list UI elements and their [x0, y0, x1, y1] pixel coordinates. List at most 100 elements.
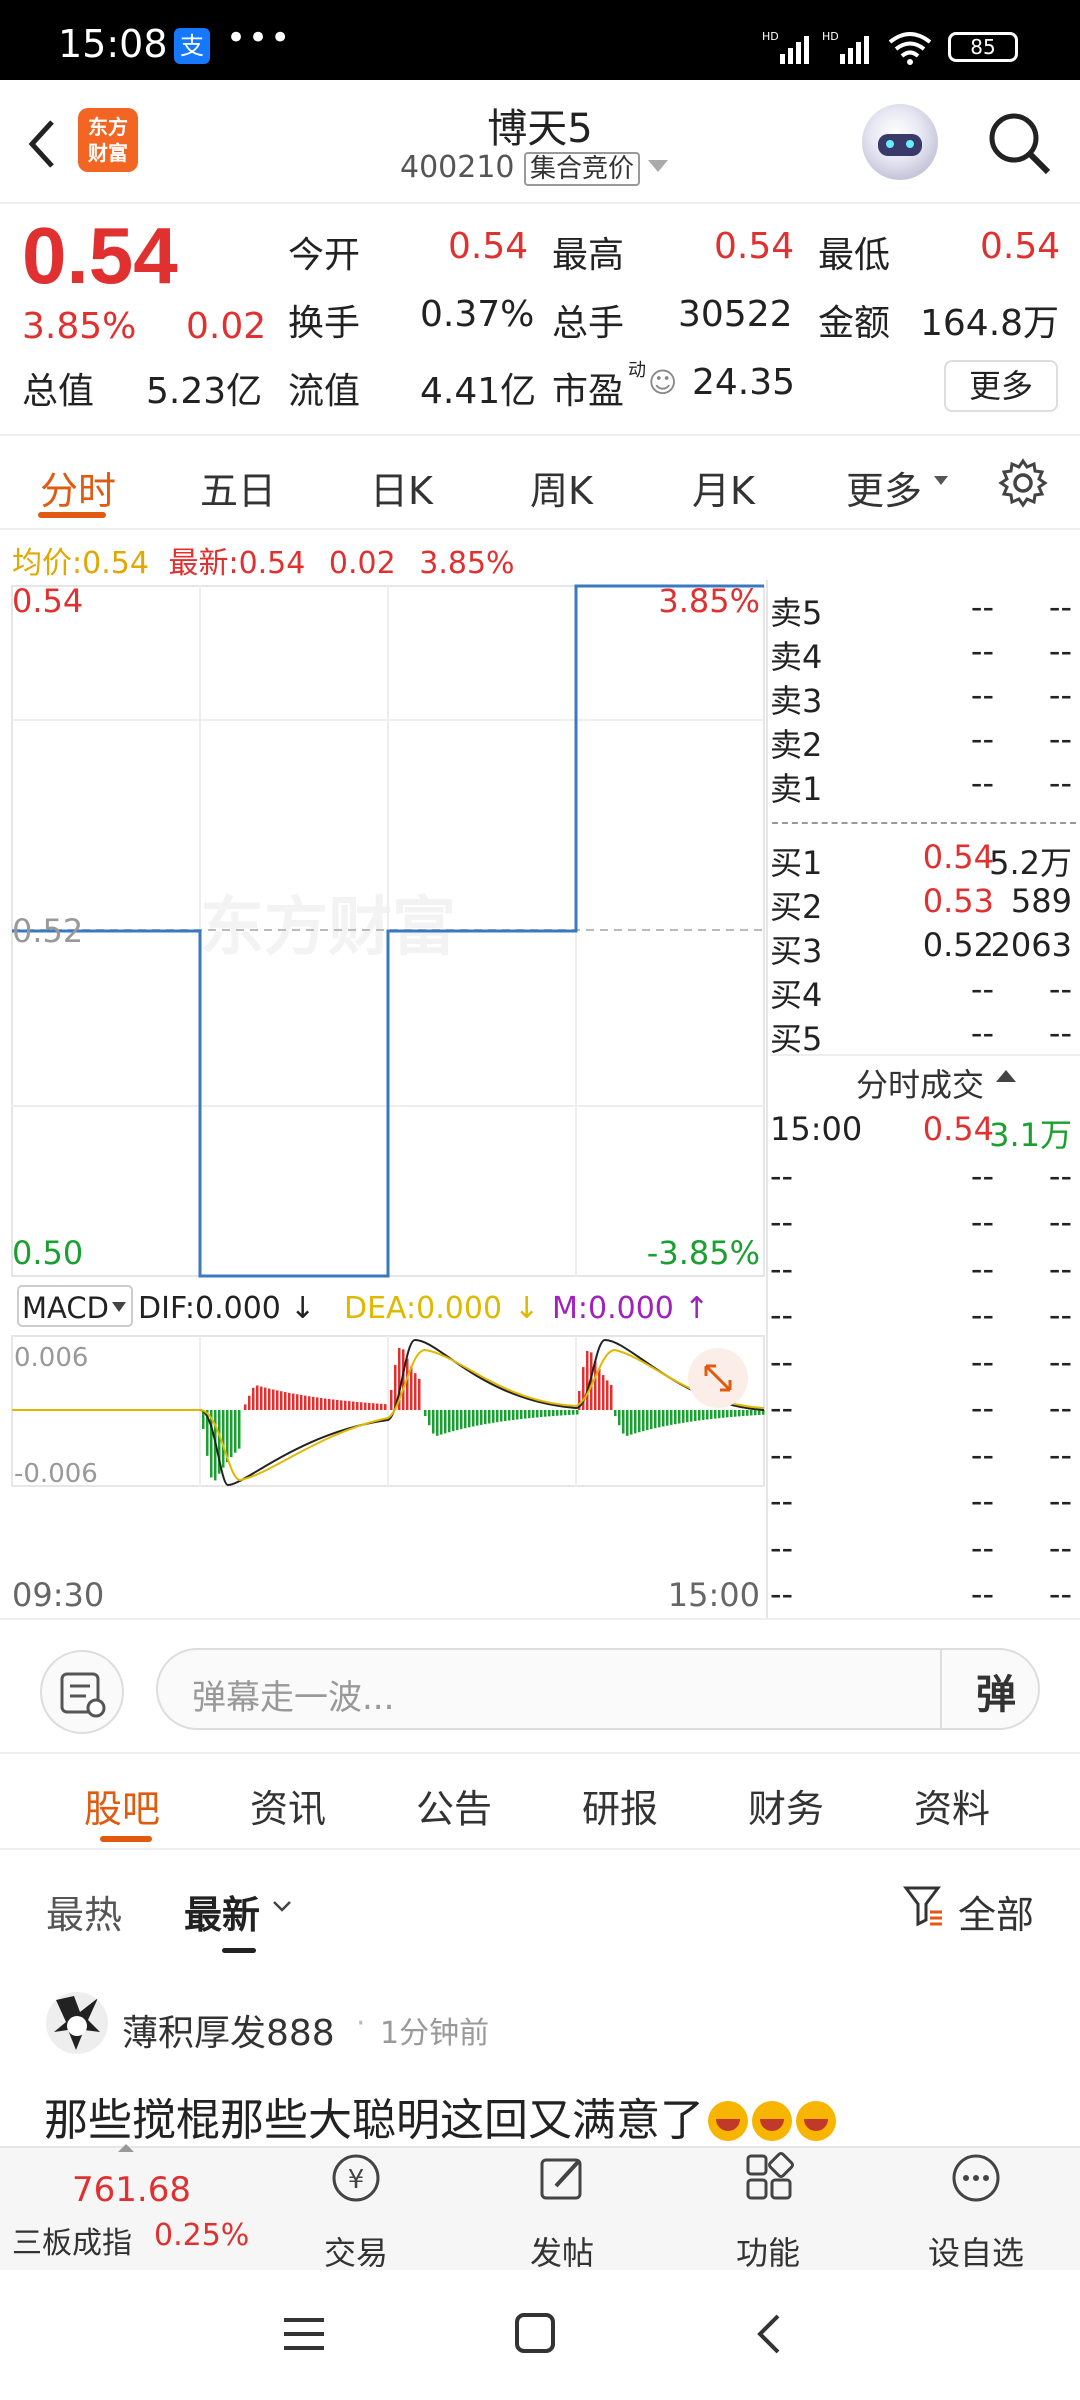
macd-bar	[508, 1410, 511, 1421]
macd-bar	[548, 1410, 551, 1417]
barrage-input[interactable]: 弹幕走一波... 弹	[156, 1648, 1040, 1730]
macd-bar	[512, 1410, 515, 1420]
apps-grid-icon[interactable]	[742, 2150, 798, 2206]
tab-research[interactable]: 研报	[582, 1778, 658, 1833]
edit-icon[interactable]	[534, 2150, 590, 2206]
filter-indicator	[222, 1948, 256, 1953]
tab-guba[interactable]: 股吧	[84, 1778, 160, 1833]
tab-five-day[interactable]: 五日	[200, 460, 276, 515]
order-book-row[interactable]: 15:00 0.54 3.1万	[770, 1110, 1076, 1154]
macd-bar	[750, 1410, 753, 1416]
order-book-row[interactable]: 买2 0.53 589	[770, 882, 1076, 926]
order-book-row[interactable]: 卖5 -- --	[770, 588, 1076, 632]
order-book-row[interactable]: -- -- --	[770, 1389, 1076, 1429]
tab-profile[interactable]: 资料	[914, 1778, 990, 1833]
macd-bar	[496, 1410, 499, 1423]
notes-button[interactable]	[40, 1650, 124, 1734]
row-price: --	[970, 970, 994, 1008]
order-book-row[interactable]: -- -- --	[770, 1575, 1076, 1615]
trades-title[interactable]: 分时成交	[856, 1060, 984, 1106]
avatar[interactable]	[46, 1992, 108, 2054]
post-content[interactable]: 那些搅棍那些大聪明这回又满意了	[44, 2084, 836, 2148]
tab-announcements[interactable]: 公告	[416, 1778, 492, 1833]
macd-bar	[464, 1410, 467, 1429]
macd-bar	[268, 1388, 271, 1410]
order-book-row[interactable]: 卖2 -- --	[770, 720, 1076, 764]
order-book-row[interactable]: -- -- --	[770, 1482, 1076, 1522]
order-book-row[interactable]: -- -- --	[770, 1157, 1076, 1197]
order-book-row[interactable]: -- -- --	[770, 1529, 1076, 1569]
macd-bar	[336, 1399, 339, 1410]
macd-bar	[698, 1410, 701, 1421]
macd-axis-top: 0.006	[14, 1343, 88, 1373]
index-value[interactable]: 761.68	[72, 2170, 191, 2210]
open-label: 今开	[288, 235, 361, 276]
macd-bar	[428, 1410, 431, 1426]
order-book-row[interactable]: -- -- --	[770, 1436, 1076, 1476]
expand-icon[interactable]	[688, 1348, 748, 1408]
macd-bar	[738, 1410, 741, 1417]
order-book-row[interactable]: 卖1 -- --	[770, 764, 1076, 808]
row-volume: --	[1048, 1342, 1072, 1381]
order-book-row[interactable]: -- -- --	[770, 1250, 1076, 1290]
info-icon[interactable]: ☺	[648, 366, 677, 399]
order-book-row[interactable]: -- -- --	[770, 1203, 1076, 1243]
more-quote-button[interactable]: 更多	[944, 360, 1058, 412]
more-circle-icon[interactable]	[948, 2150, 1004, 2206]
tab-more[interactable]: 更多	[846, 460, 922, 515]
trade-icon[interactable]: ¥	[328, 2150, 384, 2206]
tab-more-caret-icon	[934, 476, 948, 485]
nav-post[interactable]: 发帖	[530, 2228, 594, 2274]
chevron-down-icon[interactable]	[270, 1896, 294, 1916]
back-nav-icon[interactable]	[750, 2310, 790, 2358]
row-price: --	[970, 1482, 994, 1520]
macd-bar	[376, 1403, 379, 1410]
macd-bar	[248, 1395, 251, 1410]
order-book-row[interactable]: -- -- --	[770, 1343, 1076, 1383]
row-volume: --	[1048, 764, 1072, 802]
gear-icon[interactable]	[998, 458, 1048, 508]
chevron-up-icon[interactable]	[996, 1070, 1016, 1082]
filter-icon[interactable]	[902, 1882, 948, 1928]
macd-bar	[568, 1410, 571, 1415]
filter-hot[interactable]: 最热	[46, 1884, 122, 1939]
order-book-row[interactable]: 卖4 -- --	[770, 632, 1076, 676]
macd-bar	[710, 1410, 713, 1420]
tab-monthly-k[interactable]: 月K	[692, 460, 755, 515]
filter-new[interactable]: 最新	[184, 1884, 260, 1939]
nav-function[interactable]: 功能	[736, 2228, 800, 2274]
tab-finance[interactable]: 财务	[748, 1778, 824, 1833]
macd-name: MACD	[22, 1291, 109, 1325]
order-book-row[interactable]: -- -- --	[770, 1296, 1076, 1336]
index-pct[interactable]: 0.25%	[154, 2218, 249, 2253]
order-book-row[interactable]: 买5 -- --	[770, 1014, 1076, 1058]
home-icon[interactable]	[512, 2310, 558, 2356]
low-value: 0.54	[980, 226, 1061, 267]
trading-phase-tag[interactable]: 集合竞价	[524, 152, 641, 186]
order-book-row[interactable]: 买4 -- --	[770, 970, 1076, 1014]
index-name[interactable]: 三板成指	[12, 2218, 132, 2262]
barrage-toggle-button[interactable]: 弹	[976, 1662, 1016, 1720]
post-username[interactable]: 薄积厚发888	[122, 2004, 335, 2056]
order-book-row[interactable]: 买3 0.52 2063	[770, 926, 1076, 970]
search-icon[interactable]	[984, 108, 1054, 178]
macd-bar	[418, 1378, 421, 1410]
assistant-robot-icon[interactable]	[862, 104, 938, 180]
tab-weekly-k[interactable]: 周K	[530, 460, 593, 515]
row-price: 0.53	[922, 882, 994, 920]
macd-bar	[544, 1410, 547, 1417]
intraday-chart[interactable]: 0.54 0.52 0.50 3.85% -3.85% MACD DIF:0.0…	[0, 580, 766, 1620]
tab-daily-k[interactable]: 日K	[370, 460, 433, 515]
nav-trade[interactable]: 交易	[324, 2228, 388, 2274]
order-book-row[interactable]: 卖3 -- --	[770, 676, 1076, 720]
filter-all[interactable]: 全部	[958, 1884, 1034, 1939]
macd-bar	[536, 1410, 539, 1418]
macd-bar	[304, 1395, 307, 1410]
chevron-down-icon[interactable]	[648, 160, 668, 172]
nav-watchlist[interactable]: 设自选	[928, 2228, 1024, 2274]
tab-news[interactable]: 资讯	[250, 1778, 326, 1833]
row-volume: 2063	[990, 926, 1072, 964]
order-book-row[interactable]: 买1 0.54 5.2万	[770, 838, 1076, 882]
tab-intraday[interactable]: 分时	[40, 460, 116, 515]
menu-icon[interactable]	[280, 2314, 328, 2354]
